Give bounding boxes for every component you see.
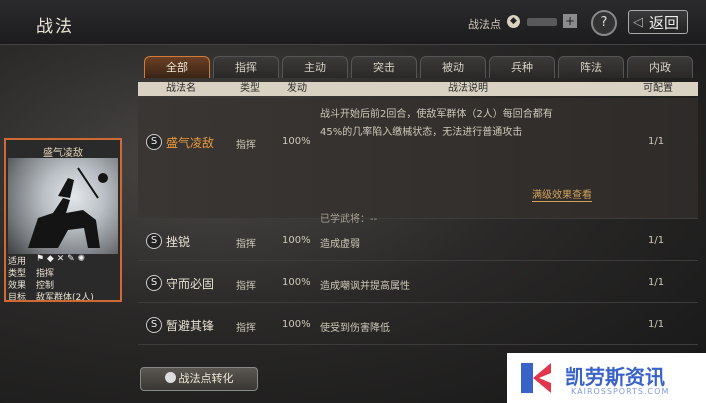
tactic-name: 暂避其锋 — [166, 319, 215, 333]
card-title: 盛气凌敌 — [43, 148, 83, 159]
col-name: 战法名 — [166, 83, 196, 94]
table-row[interactable]: S 守而必固 指挥 100% 造成嘲讽并提高属性 1/1 — [138, 262, 698, 303]
tactic-config: 1/1 — [648, 136, 665, 147]
card-artwork — [8, 158, 118, 254]
tactic-card[interactable]: 盛气凌敌 ⚑ ◆ ✕ ✎ ✺ 适用 类型 指挥 效果 控制 目标 敌军群体(2人… — [4, 138, 122, 302]
table-row[interactable]: S 盛气凌敌 指挥 100% 战斗开始后前2回合，使敌军群体（2人）每回合都有 … — [138, 98, 698, 225]
watermark: 凯劳斯资讯 KAIROSSPORTS.COM — [507, 353, 706, 403]
tactic-description: 造成虚弱 — [320, 239, 360, 250]
tactic-description: 使受到伤害降低 — [320, 323, 390, 334]
tactic-description: 战斗开始后前2回合，使敌军群体（2人）每回合都有 45%的几率陷入缴械状态，无法… — [320, 106, 620, 142]
tactic-rate: 100% — [282, 319, 311, 330]
table-row[interactable]: S 暂避其锋 指挥 100% 使受到伤害降低 1/1 — [138, 304, 698, 345]
tactic-config: 1/1 — [648, 319, 665, 330]
watermark-text: 凯劳斯资讯 — [565, 365, 665, 389]
effect-icons: ⚑ ◆ ✕ ✎ ✺ — [36, 254, 86, 264]
help-button[interactable]: ? — [591, 10, 617, 36]
convert-points-button[interactable]: 战法点转化 — [140, 367, 258, 391]
tactic-type: 指挥 — [236, 140, 256, 151]
page-title: 战法 — [36, 17, 74, 37]
tab-internal[interactable]: 内政 — [627, 56, 693, 78]
add-points-button[interactable]: + — [563, 14, 577, 28]
tab-all[interactable]: 全部 — [144, 56, 210, 78]
tactic-config: 1/1 — [648, 277, 665, 288]
tab-assault[interactable]: 突击 — [351, 56, 417, 78]
col-type: 类型 — [240, 83, 260, 94]
target-value: 敌军群体(2人) — [36, 293, 94, 302]
top-bar: 战法 战法点 ◆ + ? 返回 — [0, 0, 706, 45]
tactic-rate: 100% — [282, 277, 311, 288]
watermark-subtext: KAIROSSPORTS.COM — [571, 387, 670, 396]
tab-passive[interactable]: 被动 — [420, 56, 486, 78]
table-header: 战法名 类型 发动 战法说明 可配置 — [138, 82, 698, 96]
brand-logo-icon — [521, 363, 551, 393]
col-config: 可配置 — [643, 83, 673, 94]
grade-s-icon: S — [146, 233, 162, 249]
tactic-points-bar — [527, 18, 557, 26]
tactic-config: 1/1 — [648, 235, 665, 246]
tab-formation[interactable]: 阵法 — [558, 56, 624, 78]
tab-troop[interactable]: 兵种 — [489, 56, 555, 78]
desc-line-2: 45%的几率陷入缴械状态，无法进行普通攻击 — [320, 127, 523, 138]
tactic-name: 挫锐 — [166, 235, 191, 249]
tactic-rate: 100% — [282, 136, 311, 147]
tactic-name: 守而必固 — [166, 277, 215, 291]
target-label: 目标 — [8, 293, 27, 302]
desc-line-1: 战斗开始后前2回合，使敌军群体（2人）每回合都有 — [320, 109, 553, 120]
grade-s-icon: S — [146, 275, 162, 291]
tactic-rate: 100% — [282, 235, 311, 246]
tab-active[interactable]: 主动 — [282, 56, 348, 78]
full-effect-link[interactable]: 满级效果查看 — [532, 186, 592, 202]
horseman-silhouette-icon — [28, 167, 108, 248]
col-trigger: 发动 — [287, 83, 307, 94]
grade-s-icon: S — [146, 317, 162, 333]
grade-s-icon: S — [146, 134, 162, 150]
tactic-point-icon — [164, 372, 176, 383]
tactic-description: 造成嘲讽并提高属性 — [320, 281, 410, 292]
tactic-name: 盛气凌敌 — [166, 136, 215, 150]
tactic-type: 指挥 — [236, 281, 256, 292]
col-desc: 战法说明 — [448, 83, 488, 94]
tactic-points-label: 战法点 — [468, 18, 501, 31]
tactic-type: 指挥 — [236, 323, 256, 334]
convert-label: 战法点转化 — [178, 372, 234, 385]
table-row[interactable]: S 挫锐 指挥 100% 造成虚弱 1/1 — [138, 220, 698, 261]
tactic-point-icon: ◆ — [507, 15, 520, 28]
tab-command[interactable]: 指挥 — [213, 56, 279, 78]
tactic-type: 指挥 — [236, 239, 256, 250]
back-button[interactable]: 返回 — [628, 10, 688, 35]
tactics-table: 战法名 类型 发动 战法说明 可配置 S 盛气凌敌 指挥 100% 战斗开始后前… — [138, 82, 698, 362]
